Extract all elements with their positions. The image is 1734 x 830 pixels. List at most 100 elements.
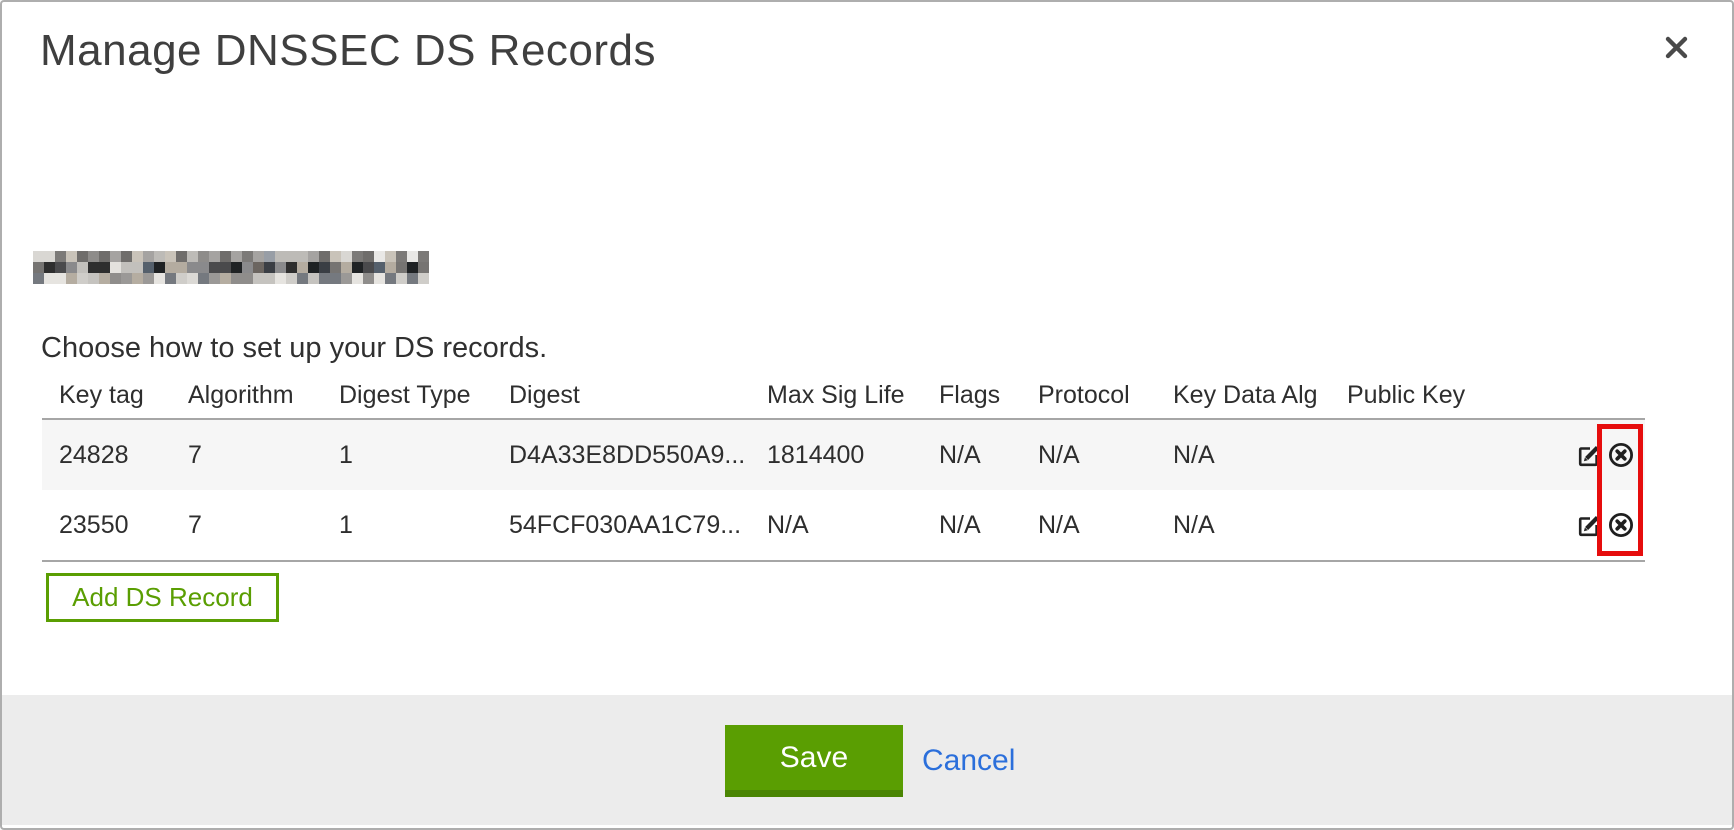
add-ds-record-label: Add DS Record: [72, 582, 253, 613]
mosaic-pixel: [286, 262, 297, 273]
mosaic-pixel: [352, 262, 363, 273]
mosaic-pixel: [242, 251, 253, 262]
cell-max-sig-life: N/A: [750, 490, 922, 561]
mosaic-pixel: [275, 273, 286, 284]
mosaic-pixel: [209, 273, 220, 284]
edit-record-button[interactable]: [1575, 512, 1601, 538]
mosaic-pixel: [407, 262, 418, 273]
mosaic-pixel: [363, 251, 374, 262]
cell-key-tag: 23550: [42, 490, 171, 561]
cell-algorithm: 7: [171, 419, 322, 490]
cell-digest-type: 1: [322, 419, 492, 490]
mosaic-pixel: [33, 251, 44, 262]
edit-record-button[interactable]: [1575, 442, 1601, 468]
cell-protocol: N/A: [1021, 419, 1156, 490]
cancel-link[interactable]: Cancel: [922, 739, 1015, 783]
mosaic-pixel: [44, 251, 55, 262]
col-header-key-tag: Key tag: [42, 372, 171, 419]
mosaic-pixel: [231, 251, 242, 262]
mosaic-pixel: [99, 262, 110, 273]
mosaic-pixel: [132, 273, 143, 284]
col-header-digest-type: Digest Type: [322, 372, 492, 419]
mosaic-pixel: [330, 273, 341, 284]
delete-record-button[interactable]: [1608, 512, 1634, 538]
mosaic-pixel: [77, 251, 88, 262]
mosaic-pixel: [418, 262, 429, 273]
edit-icon: [1576, 513, 1601, 538]
mosaic-pixel: [220, 273, 231, 284]
mosaic-pixel: [264, 262, 275, 273]
mosaic-pixel: [341, 262, 352, 273]
cell-protocol: N/A: [1021, 490, 1156, 561]
mosaic-pixel: [88, 273, 99, 284]
row-actions: [1562, 512, 1645, 538]
mosaic-pixel: [385, 273, 396, 284]
cell-flags: N/A: [922, 490, 1021, 561]
mosaic-pixel: [55, 262, 66, 273]
mosaic-pixel: [176, 273, 187, 284]
cell-algorithm: 7: [171, 490, 322, 561]
col-header-protocol: Protocol: [1021, 372, 1156, 419]
mosaic-pixel: [396, 273, 407, 284]
add-ds-record-button[interactable]: Add DS Record: [46, 573, 279, 622]
table-row: 23550 7 1 54FCF030AA1C79... N/A N/A N/A …: [42, 490, 1645, 561]
cell-flags: N/A: [922, 419, 1021, 490]
delete-record-button[interactable]: [1608, 442, 1634, 468]
mosaic-pixel: [154, 251, 165, 262]
mosaic-pixel: [220, 262, 231, 273]
mosaic-pixel: [308, 262, 319, 273]
col-header-digest: Digest: [492, 372, 750, 419]
mosaic-pixel: [253, 273, 264, 284]
mosaic-pixel: [99, 273, 110, 284]
mosaic-pixel: [187, 251, 198, 262]
col-header-key-data-alg: Key Data Alg: [1156, 372, 1330, 419]
mosaic-pixel: [407, 251, 418, 262]
mosaic-pixel: [187, 262, 198, 273]
manage-dnssec-modal: Manage DNSSEC DS Records Choose how to s…: [0, 0, 1734, 830]
mosaic-pixel: [297, 251, 308, 262]
mosaic-pixel: [176, 262, 187, 273]
mosaic-pixel: [385, 251, 396, 262]
cell-key-tag: 24828: [42, 419, 171, 490]
mosaic-pixel: [275, 262, 286, 273]
mosaic-pixel: [308, 273, 319, 284]
delete-circle-x-icon: [1608, 442, 1634, 468]
mosaic-pixel: [187, 273, 198, 284]
mosaic-pixel: [132, 262, 143, 273]
mosaic-pixel: [44, 262, 55, 273]
mosaic-pixel: [242, 262, 253, 273]
cell-max-sig-life: 1814400: [750, 419, 922, 490]
mosaic-pixel: [286, 273, 297, 284]
col-header-flags: Flags: [922, 372, 1021, 419]
cell-digest: 54FCF030AA1C79...: [492, 490, 750, 561]
mosaic-pixel: [363, 273, 374, 284]
mosaic-pixel: [165, 273, 176, 284]
close-button[interactable]: [1661, 32, 1691, 62]
mosaic-pixel: [374, 273, 385, 284]
mosaic-pixel: [77, 273, 88, 284]
mosaic-pixel: [99, 251, 110, 262]
mosaic-pixel: [110, 262, 121, 273]
mosaic-pixel: [385, 262, 396, 273]
cell-key-data-alg: N/A: [1156, 490, 1330, 561]
mosaic-pixel: [66, 273, 77, 284]
mosaic-pixel: [33, 273, 44, 284]
mosaic-pixel: [297, 273, 308, 284]
close-icon: [1665, 36, 1688, 59]
mosaic-pixel: [330, 262, 341, 273]
delete-circle-x-icon: [1608, 512, 1634, 538]
instruction-text: Choose how to set up your DS records.: [41, 332, 547, 365]
mosaic-pixel: [66, 251, 77, 262]
mosaic-pixel: [198, 251, 209, 262]
mosaic-pixel: [319, 273, 330, 284]
col-header-max-sig-life: Max Sig Life: [750, 372, 922, 419]
mosaic-pixel: [121, 251, 132, 262]
mosaic-pixel: [341, 251, 352, 262]
mosaic-pixel: [198, 262, 209, 273]
cell-digest-type: 1: [322, 490, 492, 561]
mosaic-pixel: [121, 262, 132, 273]
mosaic-pixel: [143, 273, 154, 284]
row-actions: [1562, 442, 1645, 468]
edit-icon: [1576, 443, 1601, 468]
save-button[interactable]: Save: [725, 725, 903, 797]
